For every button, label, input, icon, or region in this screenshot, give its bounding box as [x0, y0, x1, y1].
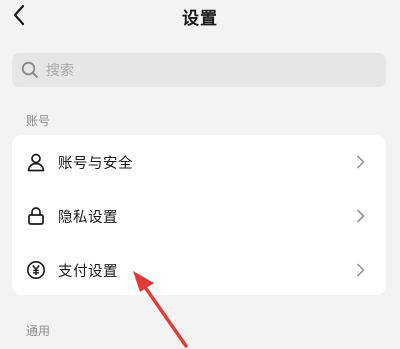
settings-item-label: 支付设置 [58, 263, 118, 280]
settings-item-label: 隐私设置 [58, 209, 118, 226]
top-bar: 设置 [0, 0, 400, 36]
settings-item-label: 账号与安全 [58, 155, 133, 172]
section-label-account: 账号 [26, 114, 51, 128]
settings-card-account: 账号与安全 隐私设置 支付设置 [12, 135, 386, 295]
search-icon [20, 60, 40, 80]
lock-icon [24, 204, 48, 228]
settings-item-payment[interactable]: 支付设置 [12, 243, 386, 295]
chevron-right-icon [354, 154, 366, 170]
settings-item-account-security[interactable]: 账号与安全 [12, 135, 386, 189]
chevron-right-icon [354, 208, 366, 224]
page-title: 设置 [182, 9, 218, 29]
search-input[interactable]: 搜索 [12, 53, 386, 87]
search-placeholder: 搜索 [46, 63, 74, 79]
chevron-right-icon [354, 262, 366, 278]
user-icon [24, 150, 48, 174]
settings-item-privacy[interactable]: 隐私设置 [12, 189, 386, 243]
section-label-general: 通用 [26, 324, 51, 338]
yuan-icon [24, 258, 48, 282]
